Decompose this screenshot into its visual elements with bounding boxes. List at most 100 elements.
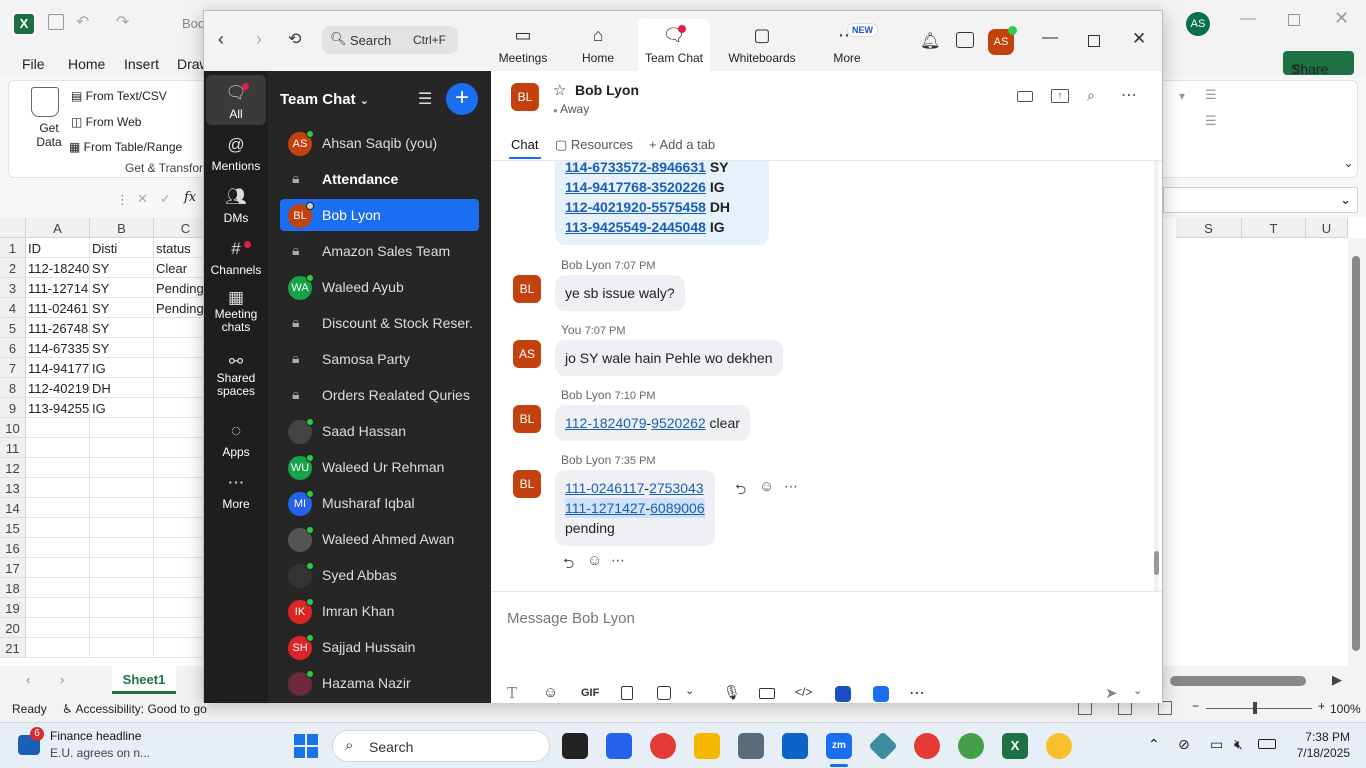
excel-app-icon[interactable]: X xyxy=(1002,733,1028,759)
chat-list-item[interactable]: MI Musharaf Iqbal xyxy=(280,487,479,519)
excel-close-icon[interactable]: ✕ xyxy=(1334,8,1349,29)
row-header[interactable]: 15 xyxy=(0,518,26,538)
chat-list-item[interactable]: Saad Hassan xyxy=(280,415,479,447)
cell-a[interactable] xyxy=(26,478,90,498)
cell-a[interactable] xyxy=(26,438,90,458)
chat-list-item[interactable]: 🔒︎ Orders Realated Quries xyxy=(280,379,479,411)
excel-minimize-icon[interactable]: — xyxy=(1240,10,1256,28)
order-link[interactable]: 2753043 xyxy=(649,480,704,496)
message-more-icon[interactable]: ⋯ xyxy=(611,552,625,569)
order-link[interactable]: 9520262 xyxy=(651,415,706,431)
gif-button[interactable]: GIF xyxy=(581,687,599,699)
row-header[interactable]: 2 xyxy=(0,258,26,278)
vertical-scroll-thumb[interactable] xyxy=(1352,256,1360,651)
save-icon[interactable] xyxy=(48,14,64,30)
order-link[interactable]: 111-1271427 xyxy=(565,500,645,516)
pane-tab-add[interactable]: + Add a tab xyxy=(649,137,715,152)
app-shortcut-icon[interactable] xyxy=(873,686,889,702)
file-explorer-icon[interactable] xyxy=(694,733,720,759)
row-header[interactable]: 19 xyxy=(0,598,26,618)
chat-list-item[interactable]: BL Bob Lyon xyxy=(280,199,479,231)
cell-b[interactable]: SY xyxy=(90,258,154,278)
cell-a[interactable]: 114-94177 xyxy=(26,358,90,378)
calculator-icon[interactable] xyxy=(738,733,764,759)
cell-a[interactable]: 112-40219 xyxy=(26,378,90,398)
row-header[interactable]: 6 xyxy=(0,338,26,358)
news-title[interactable]: Finance headline xyxy=(50,729,141,743)
format-text-icon[interactable]: T xyxy=(507,684,517,702)
search-box[interactable]: 🔍︎ Search Ctrl+F xyxy=(322,26,458,54)
rail-all[interactable]: 🗨︎ All xyxy=(206,75,266,125)
rail-shared-spaces[interactable]: ⚯ Shared spaces xyxy=(206,353,266,398)
cell-a[interactable]: ID xyxy=(26,238,90,258)
more-options-icon[interactable]: ⋯ xyxy=(1121,85,1137,105)
ribbon-list-icon[interactable]: ☰ xyxy=(1205,87,1217,103)
row-header[interactable]: 20 xyxy=(0,618,26,638)
share-button[interactable]: ⇪ Share xyxy=(1283,51,1354,77)
zoom-app-icon[interactable]: zm xyxy=(826,733,852,759)
close-icon[interactable]: ✕ xyxy=(1132,29,1146,49)
message-avatar[interactable]: BL xyxy=(513,470,541,498)
chat-list-item[interactable]: WA Waleed Ayub xyxy=(280,271,479,303)
row-header[interactable]: 21 xyxy=(0,638,26,658)
from-web-button[interactable]: ◫ From Web xyxy=(71,115,141,129)
bell-icon[interactable]: 🔔︎ xyxy=(920,31,940,51)
tab-more[interactable]: ⋯ More NEW xyxy=(811,19,883,71)
message-more-icon[interactable]: ⋯ xyxy=(784,478,798,495)
row-header[interactable]: 16 xyxy=(0,538,26,558)
rail-apps[interactable]: ◌ Apps xyxy=(206,421,266,459)
reply-icon[interactable]: ⮌ xyxy=(735,479,746,503)
pane-tab-resources[interactable]: ▢ Resources xyxy=(555,137,633,153)
taskbar-search[interactable]: ⌕ Search xyxy=(332,730,550,762)
cell-a[interactable] xyxy=(26,418,90,438)
chrome-profile-icon[interactable] xyxy=(958,733,984,759)
prev-sheet-icon[interactable]: ‹ xyxy=(26,672,30,687)
tab-team-chat[interactable]: 🗨︎ Team Chat xyxy=(638,19,710,71)
send-options-icon[interactable]: ⌄ xyxy=(1133,684,1142,697)
file-icon[interactable] xyxy=(621,686,633,700)
rail-meeting-chats[interactable]: ▦ Meeting chats xyxy=(206,289,266,334)
chat-list-item[interactable]: SH Sajjad Hussain xyxy=(280,631,479,663)
cell-b[interactable] xyxy=(90,598,154,618)
row-header[interactable]: 18 xyxy=(0,578,26,598)
order-link[interactable]: 111-0246117 xyxy=(565,480,644,496)
scroll-right-icon[interactable]: ▶ xyxy=(1332,672,1342,688)
cell-a[interactable]: 111-12714 xyxy=(26,278,90,298)
cell-b[interactable] xyxy=(90,418,154,438)
cell-b[interactable] xyxy=(90,498,154,518)
store-icon[interactable] xyxy=(606,733,632,759)
chat-list-item[interactable]: 🔒︎ Attendance xyxy=(280,163,479,195)
zoom-out-icon[interactable]: − xyxy=(1192,699,1199,713)
rail-more[interactable]: ⋯ More xyxy=(206,473,266,511)
chat-list-item[interactable]: IK Imran Khan xyxy=(280,595,479,627)
tab-home[interactable]: Home xyxy=(68,56,105,72)
next-sheet-icon[interactable]: › xyxy=(60,672,64,687)
cell-b[interactable] xyxy=(90,438,154,458)
cell-a[interactable] xyxy=(26,638,90,658)
chrome-icon[interactable] xyxy=(650,733,676,759)
message-scrollbar[interactable] xyxy=(1154,161,1159,591)
filter-icon[interactable]: ☰ xyxy=(418,89,432,109)
cell-a[interactable] xyxy=(26,618,90,638)
message-avatar[interactable]: BL xyxy=(513,275,541,303)
chat-list-item[interactable]: Waleed Ahmed Awan xyxy=(280,523,479,555)
order-link[interactable]: 113-9425549-2445048 xyxy=(565,219,706,235)
forward-icon[interactable]: › xyxy=(256,29,262,50)
chrome-profile-icon[interactable] xyxy=(1046,733,1072,759)
redo-icon[interactable]: ↷ xyxy=(116,12,129,32)
cell-b[interactable]: SY xyxy=(90,318,154,338)
new-chat-button[interactable]: + xyxy=(446,83,478,115)
cell-b[interactable]: Disti xyxy=(90,238,154,258)
row-header[interactable]: 17 xyxy=(0,558,26,578)
cell-b[interactable]: SY xyxy=(90,298,154,318)
row-header[interactable]: 9 xyxy=(0,398,26,418)
enter-icon[interactable]: ✓ xyxy=(160,191,171,207)
task-view-icon[interactable] xyxy=(562,733,588,759)
row-header[interactable]: 12 xyxy=(0,458,26,478)
zoom-slider[interactable] xyxy=(1206,708,1312,709)
chat-list-item[interactable]: 🔒︎ Discount & Stock Reser... xyxy=(280,307,479,339)
row-header[interactable]: 8 xyxy=(0,378,26,398)
clock-date[interactable]: 7/18/2025 xyxy=(1290,746,1350,760)
row-header[interactable]: 1 xyxy=(0,238,26,258)
row-header[interactable]: 5 xyxy=(0,318,26,338)
